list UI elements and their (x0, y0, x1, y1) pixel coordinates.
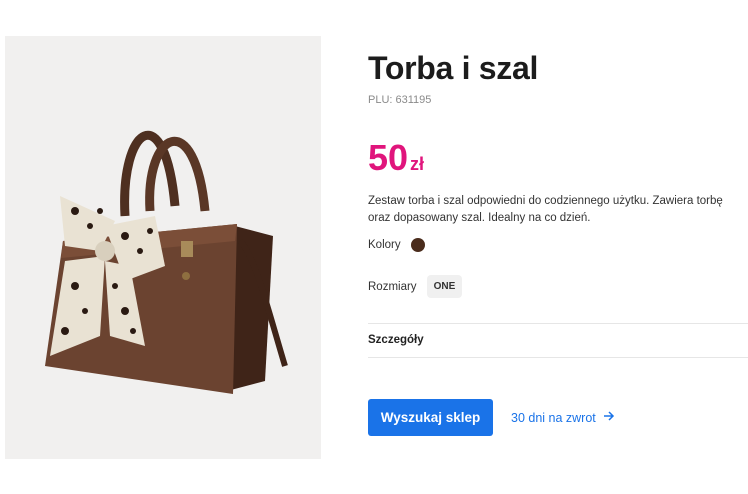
colors-row: Kolory (368, 238, 425, 252)
product-price: 50 zł (368, 137, 424, 179)
product-description: Zestaw torba i szal odpowiedni do codzie… (368, 195, 723, 224)
bag-illustration (45, 130, 288, 394)
price-currency: zł (410, 154, 425, 174)
find-store-button[interactable]: Wyszukaj sklep (368, 399, 493, 436)
product-title: Torba i szal (368, 50, 539, 86)
product-plu: PLU: 631195 (368, 94, 432, 106)
sizes-row: Rozmiary ONE (368, 275, 463, 298)
price-amount: 50 (368, 137, 409, 178)
details-accordion[interactable]: Szczegóły (368, 334, 424, 346)
sizes-label: Rozmiary (368, 280, 417, 293)
divider (368, 323, 748, 324)
colors-label: Kolory (368, 239, 401, 251)
color-swatch-brown[interactable] (410, 238, 425, 252)
divider (368, 357, 748, 358)
size-option-one[interactable]: ONE (426, 275, 463, 298)
product-image (5, 36, 321, 459)
return-policy-link[interactable]: 30 dni na zwrot (511, 410, 615, 425)
arrow-right-icon (603, 410, 615, 425)
return-policy-label: 30 dni na zwrot (511, 410, 596, 425)
